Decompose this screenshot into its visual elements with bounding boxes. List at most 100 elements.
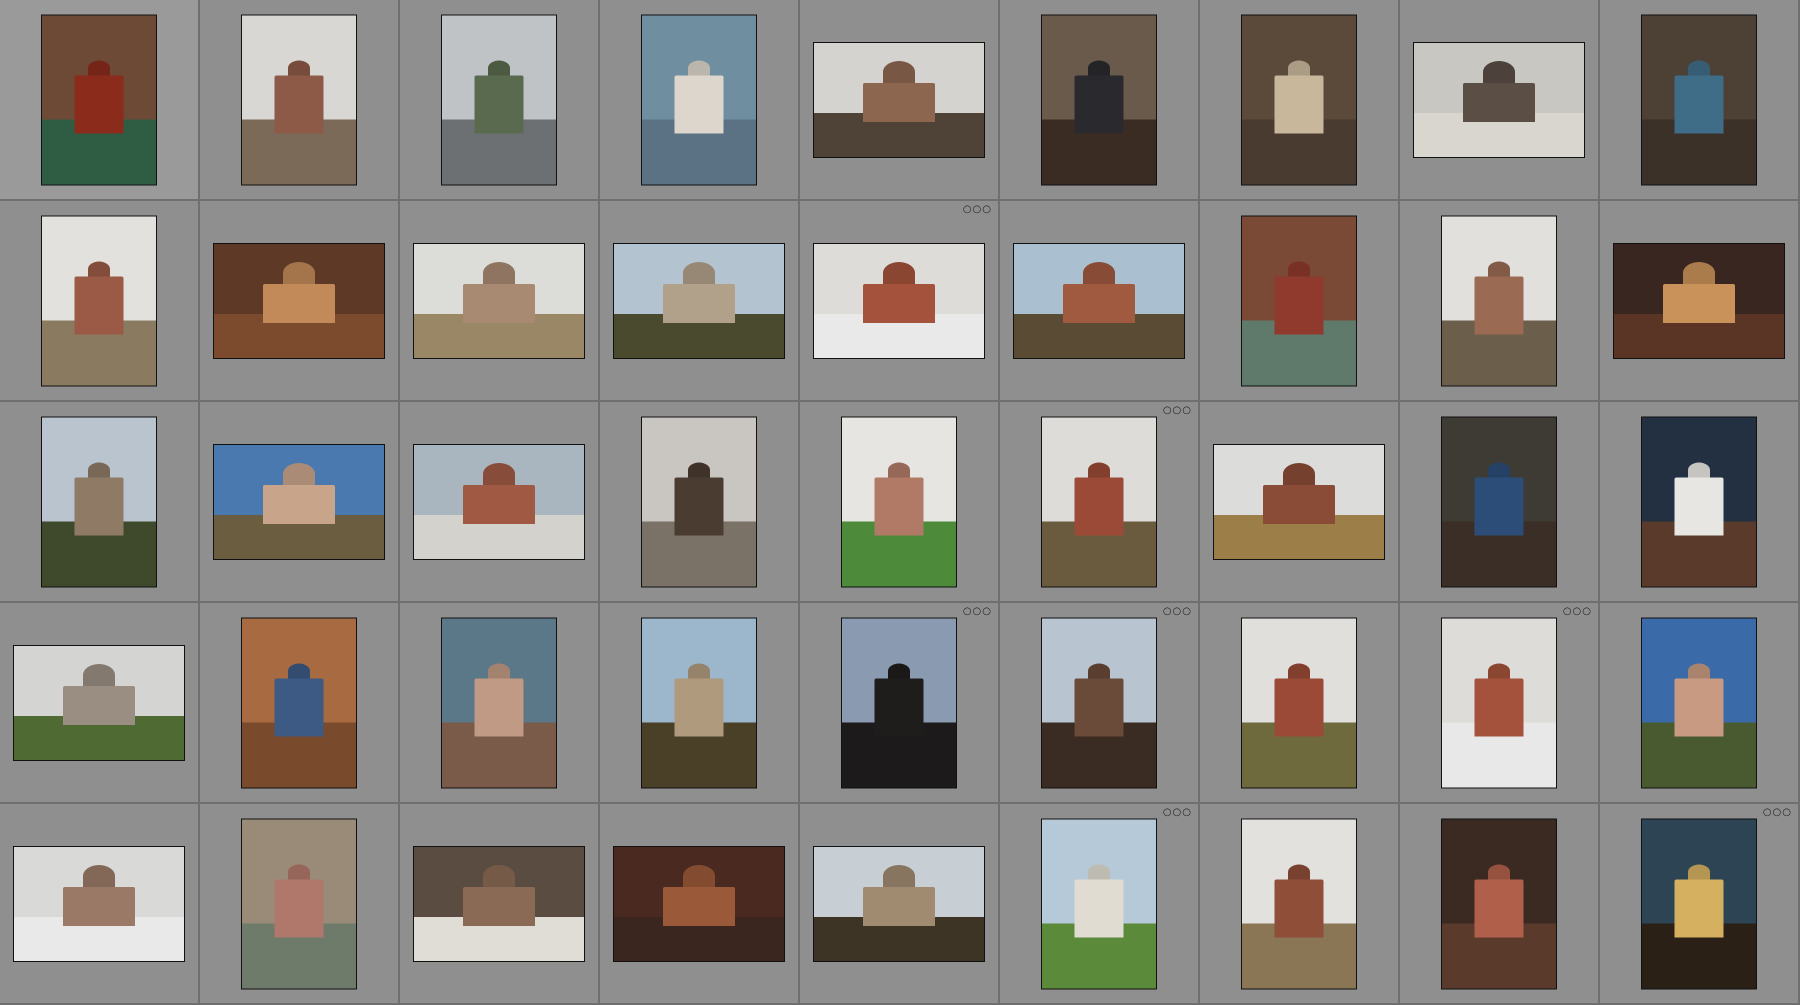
- grid-cell[interactable]: [400, 603, 600, 804]
- grid-cell[interactable]: [0, 804, 200, 1005]
- grid-cell[interactable]: [1400, 804, 1600, 1005]
- grid-cell[interactable]: ○○○: [1000, 603, 1200, 804]
- photo-thumbnail[interactable]: [1413, 41, 1585, 158]
- photo-thumbnail[interactable]: [241, 818, 357, 989]
- grid-cell[interactable]: [1000, 0, 1200, 201]
- grid-cell[interactable]: [1200, 201, 1400, 402]
- grid-cell[interactable]: [1200, 804, 1400, 1005]
- photo-thumbnail[interactable]: [1241, 215, 1357, 386]
- photo-thumbnail[interactable]: [613, 242, 785, 359]
- photo-thumbnail[interactable]: [1641, 818, 1757, 989]
- grid-cell[interactable]: [600, 402, 800, 603]
- grid-cell[interactable]: [1400, 201, 1600, 402]
- photo-thumbnail[interactable]: [641, 617, 757, 788]
- grid-cell[interactable]: ○○○: [1000, 804, 1200, 1005]
- grid-cell[interactable]: [1600, 402, 1800, 603]
- grid-cell[interactable]: [1600, 603, 1800, 804]
- photo-thumbnail[interactable]: [841, 416, 957, 587]
- grid-cell[interactable]: [600, 201, 800, 402]
- photo-thumbnail[interactable]: [813, 41, 985, 158]
- photo-thumbnail[interactable]: [241, 14, 357, 185]
- grid-cell[interactable]: [400, 201, 600, 402]
- photo-thumbnail[interactable]: [813, 845, 985, 962]
- grid-cell[interactable]: [800, 402, 1000, 603]
- photo-thumbnail[interactable]: [1441, 416, 1557, 587]
- grid-cell[interactable]: ○○○: [1400, 603, 1600, 804]
- grid-cell[interactable]: [0, 201, 200, 402]
- more-options-icon[interactable]: ○○○: [963, 607, 992, 617]
- photo-thumbnail[interactable]: [1641, 617, 1757, 788]
- photo-thumbnail[interactable]: [213, 443, 385, 560]
- grid-cell[interactable]: [200, 201, 400, 402]
- grid-cell[interactable]: [0, 402, 200, 603]
- grid-cell[interactable]: [600, 0, 800, 201]
- photo-thumbnail[interactable]: [1241, 14, 1357, 185]
- grid-cell[interactable]: [1200, 603, 1400, 804]
- photo-thumbnail[interactable]: [1041, 416, 1157, 587]
- thumbnail-subject: [274, 75, 324, 133]
- grid-cell[interactable]: [200, 603, 400, 804]
- photo-thumbnail[interactable]: [841, 617, 957, 788]
- photo-thumbnail[interactable]: [1041, 617, 1157, 788]
- photo-thumbnail[interactable]: [41, 416, 157, 587]
- grid-cell[interactable]: [1000, 201, 1200, 402]
- grid-cell[interactable]: [1600, 0, 1800, 201]
- photo-thumbnail[interactable]: [413, 242, 585, 359]
- photo-thumbnail[interactable]: [41, 14, 157, 185]
- grid-cell[interactable]: [0, 603, 200, 804]
- photo-thumbnail[interactable]: [441, 14, 557, 185]
- thumbnail-subject-top: [288, 663, 310, 678]
- grid-cell[interactable]: [1400, 402, 1600, 603]
- photo-thumbnail[interactable]: [1241, 617, 1357, 788]
- more-options-icon[interactable]: ○○○: [1163, 406, 1192, 416]
- grid-cell[interactable]: [400, 0, 600, 201]
- more-options-icon[interactable]: ○○○: [1763, 808, 1792, 818]
- photo-thumbnail[interactable]: [1213, 443, 1385, 560]
- grid-cell[interactable]: [600, 804, 800, 1005]
- more-options-icon[interactable]: ○○○: [1163, 607, 1192, 617]
- photo-thumbnail[interactable]: [1013, 242, 1185, 359]
- grid-cell[interactable]: [400, 804, 600, 1005]
- photo-thumbnail[interactable]: [441, 617, 557, 788]
- grid-cell[interactable]: [1600, 201, 1800, 402]
- photo-thumbnail[interactable]: [1641, 14, 1757, 185]
- grid-cell[interactable]: ○○○: [800, 603, 1000, 804]
- grid-cell[interactable]: ○○○: [1000, 402, 1200, 603]
- more-options-icon[interactable]: ○○○: [1163, 808, 1192, 818]
- photo-thumbnail[interactable]: [413, 845, 585, 962]
- photo-thumbnail[interactable]: [1241, 818, 1357, 989]
- more-options-icon[interactable]: ○○○: [1563, 607, 1592, 617]
- photo-thumbnail[interactable]: [1441, 818, 1557, 989]
- thumbnail-subject-top: [283, 261, 315, 284]
- grid-cell[interactable]: ○○○: [1600, 804, 1800, 1005]
- photo-thumbnail[interactable]: [241, 617, 357, 788]
- photo-thumbnail[interactable]: [413, 443, 585, 560]
- grid-cell[interactable]: [0, 0, 200, 201]
- grid-cell[interactable]: [1200, 0, 1400, 201]
- photo-thumbnail[interactable]: [41, 215, 157, 386]
- photo-thumbnail[interactable]: [1041, 14, 1157, 185]
- grid-cell[interactable]: [1400, 0, 1600, 201]
- more-options-icon[interactable]: ○○○: [963, 205, 992, 215]
- grid-cell[interactable]: [1200, 402, 1400, 603]
- photo-thumbnail[interactable]: [1613, 242, 1785, 359]
- photo-thumbnail[interactable]: [1641, 416, 1757, 587]
- grid-cell[interactable]: [200, 0, 400, 201]
- grid-cell[interactable]: [800, 804, 1000, 1005]
- photo-thumbnail[interactable]: [613, 845, 785, 962]
- photo-thumbnail[interactable]: [213, 242, 385, 359]
- photo-thumbnail[interactable]: [1441, 617, 1557, 788]
- photo-thumbnail[interactable]: [1041, 818, 1157, 989]
- grid-cell[interactable]: [200, 804, 400, 1005]
- grid-cell[interactable]: [600, 603, 800, 804]
- photo-thumbnail[interactable]: [1441, 215, 1557, 386]
- photo-thumbnail[interactable]: [13, 644, 185, 761]
- photo-thumbnail[interactable]: [13, 845, 185, 962]
- photo-thumbnail[interactable]: [641, 416, 757, 587]
- photo-thumbnail[interactable]: [641, 14, 757, 185]
- photo-thumbnail[interactable]: [813, 242, 985, 359]
- grid-cell[interactable]: [800, 0, 1000, 201]
- grid-cell[interactable]: ○○○: [800, 201, 1000, 402]
- grid-cell[interactable]: [200, 402, 400, 603]
- grid-cell[interactable]: [400, 402, 600, 603]
